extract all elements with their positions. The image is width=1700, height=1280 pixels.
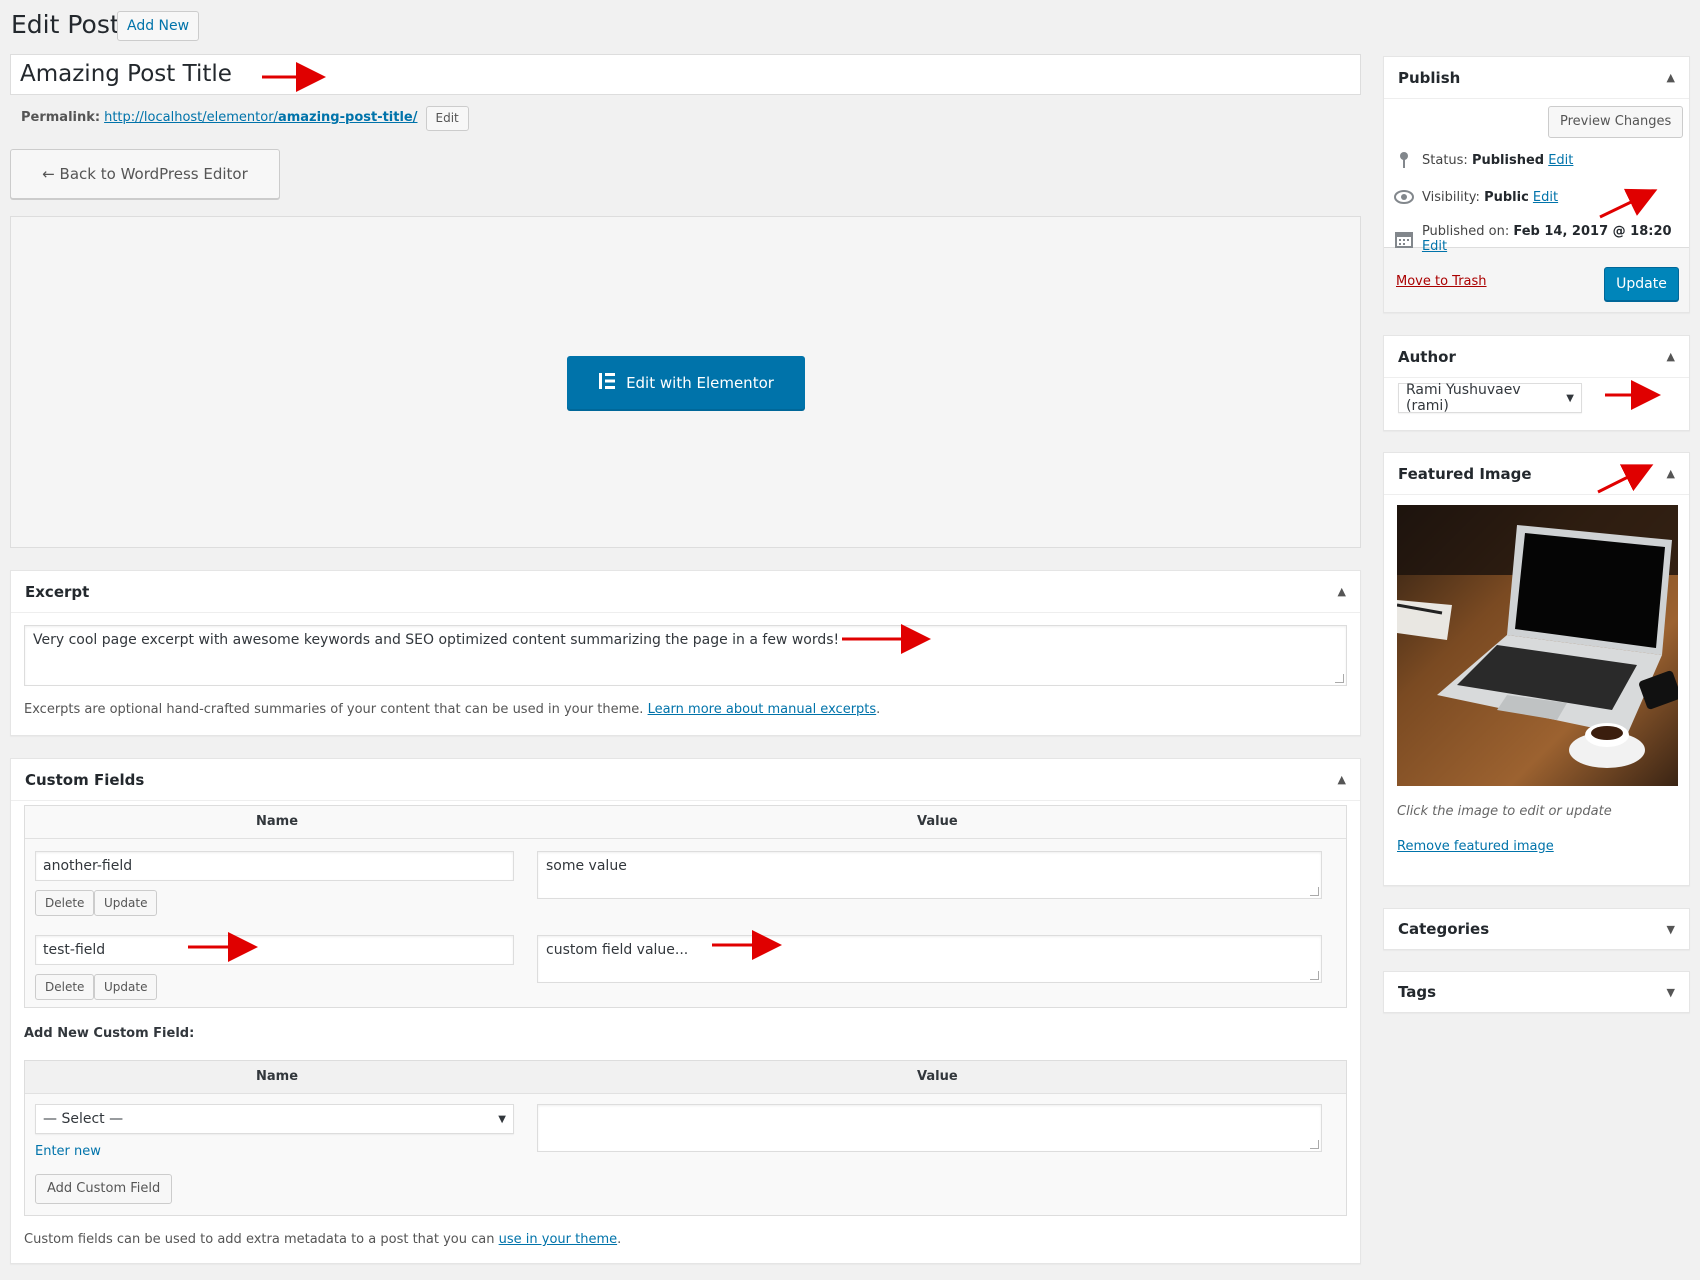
annotation-arrows [188,62,1661,962]
annotation-arrow-icon [1597,464,1654,494]
annotation-arrow-icon [1599,188,1658,219]
